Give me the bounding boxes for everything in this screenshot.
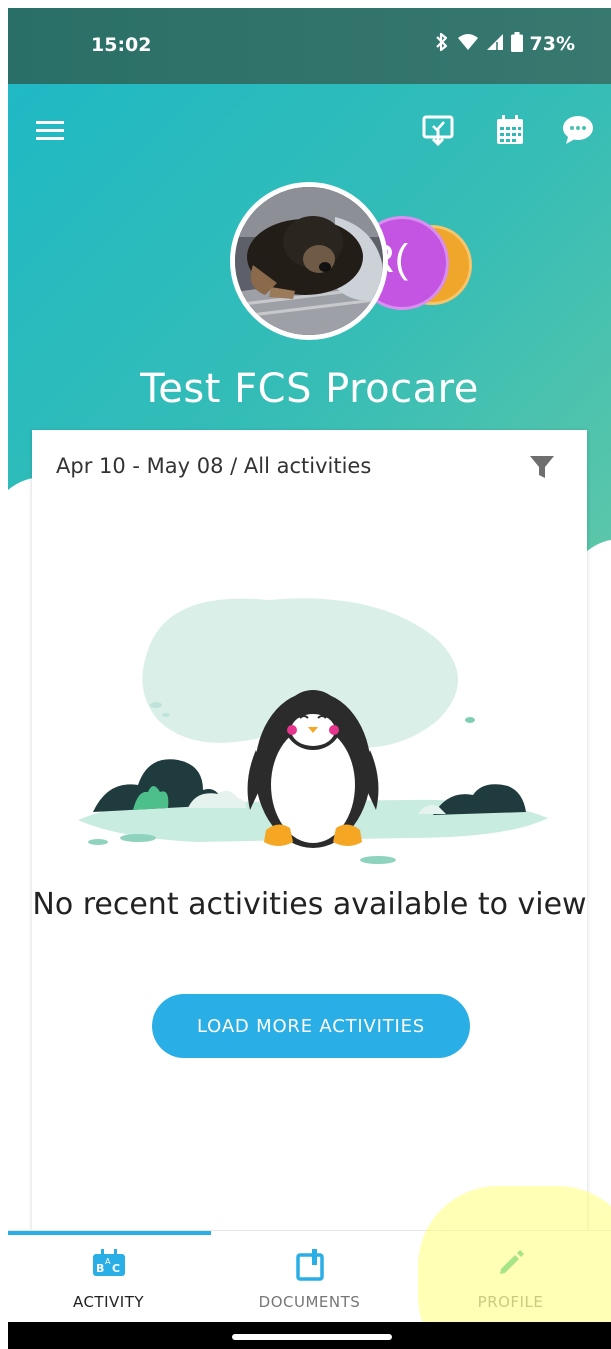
tab-activity[interactable]: BAC ACTIVITY — [8, 1231, 211, 1323]
child-name: Test FCS Procare — [140, 366, 479, 412]
menu-button[interactable] — [30, 112, 70, 152]
active-tab-indicator — [8, 1231, 211, 1235]
tab-profile[interactable]: PROFILE — [410, 1231, 611, 1323]
dog-photo — [235, 187, 383, 335]
phone-frame: 15:02 73% Test FCS Procare Apr 10 - May … — [8, 8, 611, 1349]
battery-icon — [510, 32, 523, 56]
tab-label: PROFILE — [477, 1293, 544, 1311]
calendar-icon — [496, 115, 524, 149]
filter-icon — [529, 454, 555, 484]
abc-blocks-icon: BAC — [8, 1249, 209, 1277]
status-bar: 15:02 73% — [8, 8, 611, 84]
empty-state-message: No recent activities available to view — [32, 887, 587, 922]
calendar-button[interactable] — [490, 112, 530, 152]
svg-text:A: A — [105, 1257, 111, 1266]
battery-percent: 73% — [529, 33, 575, 55]
status-icons: 73% — [434, 32, 575, 56]
signal-icon — [486, 33, 504, 55]
svg-text:C: C — [112, 1262, 120, 1275]
screen-share-icon — [422, 114, 454, 150]
svg-text:B: B — [96, 1262, 104, 1275]
penguin-illustration — [78, 598, 548, 864]
avatar-stack[interactable]: T R( — [230, 182, 490, 352]
tab-documents[interactable]: DOCUMENTS — [209, 1231, 410, 1323]
status-time: 15:02 — [91, 34, 152, 56]
screen-share-button[interactable] — [418, 112, 458, 152]
filter-button[interactable] — [525, 452, 559, 486]
avatar-photo[interactable] — [230, 182, 388, 340]
gesture-bar — [8, 1322, 611, 1349]
document-icon — [209, 1249, 410, 1281]
home-indicator[interactable] — [232, 1334, 392, 1340]
wifi-icon — [457, 33, 479, 55]
menu-icon — [35, 118, 65, 146]
tab-label: DOCUMENTS — [258, 1293, 361, 1311]
chat-icon — [562, 115, 594, 149]
chat-button[interactable] — [558, 112, 598, 152]
tab-label: ACTIVITY — [72, 1293, 145, 1311]
pencil-icon — [410, 1249, 611, 1277]
app-screen: 15:02 73% Test FCS Procare Apr 10 - May … — [0, 0, 611, 1349]
activity-card: Apr 10 - May 08 / All activities No rece… — [32, 430, 587, 1230]
date-range-label[interactable]: Apr 10 - May 08 / All activities — [56, 454, 371, 478]
load-more-activities-button[interactable]: LOAD MORE ACTIVITIES — [152, 994, 470, 1058]
bluetooth-icon — [434, 32, 450, 56]
bottom-navigation: BAC ACTIVITY DOCUMENTS PROFILE — [8, 1230, 611, 1323]
